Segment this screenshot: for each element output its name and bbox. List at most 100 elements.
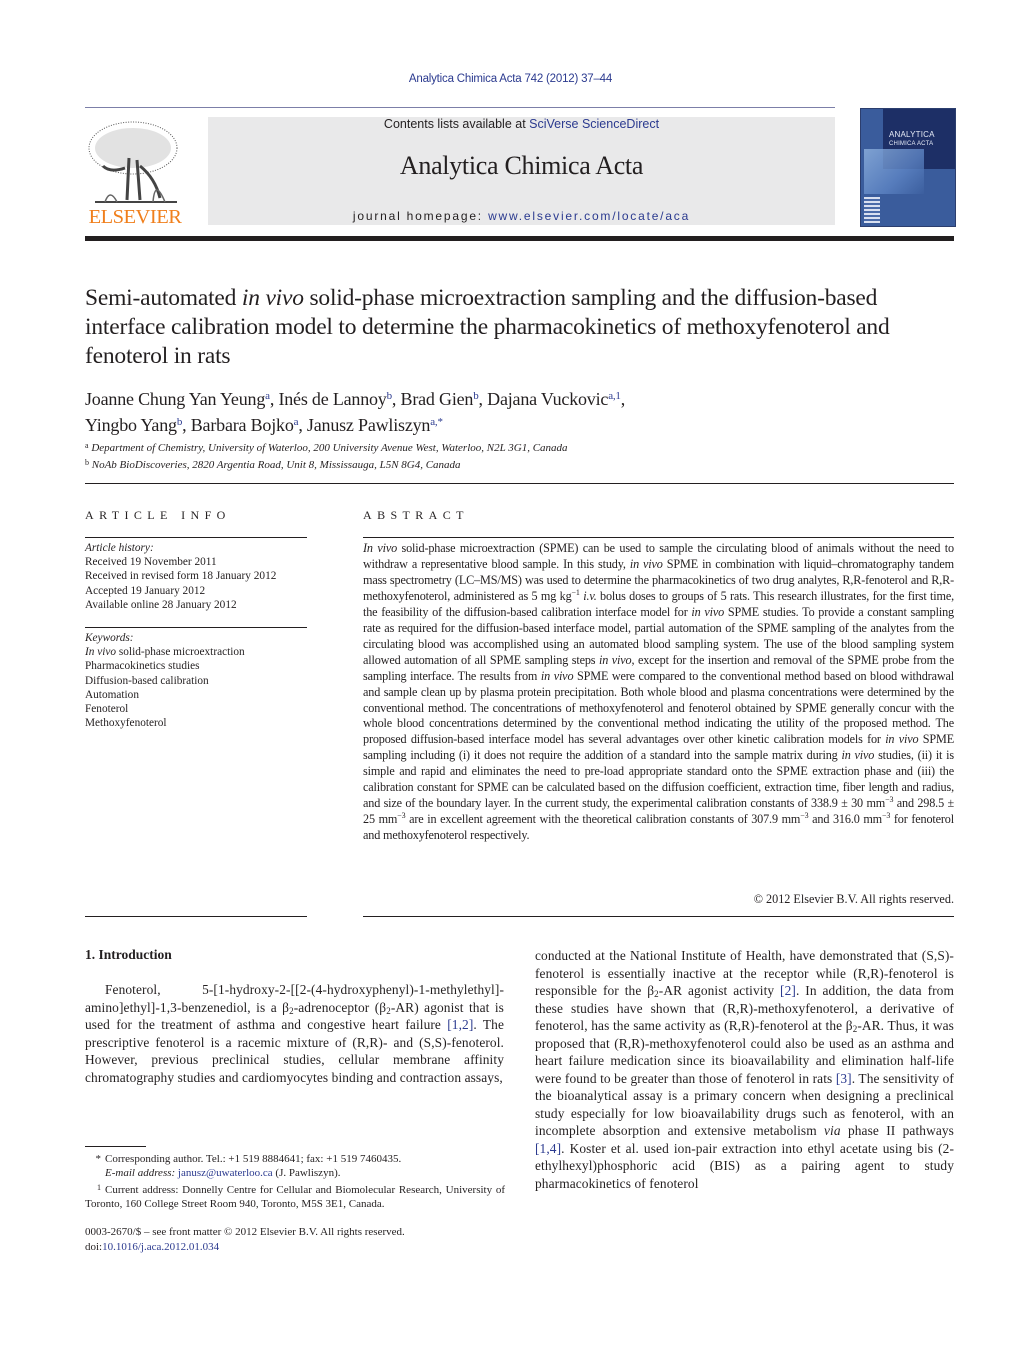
divider (85, 483, 954, 484)
abstract-heading: ABSTRACT (363, 508, 469, 522)
reference-link[interactable]: [1,4] (535, 1141, 561, 1156)
italic-term: in vivo (885, 732, 919, 747)
keyword-italic: In vivo (85, 646, 117, 659)
history-item: Received in revised form 18 January 2012 (85, 570, 277, 583)
header-divider (85, 236, 954, 241)
journal-title: Analytica Chimica Acta (399, 151, 644, 180)
affiliation-mark[interactable]: a,1 (608, 390, 621, 402)
footnote-mark: 1 (97, 1182, 101, 1192)
reference-link[interactable]: [1,2] (447, 1017, 473, 1032)
elsevier-wordmark: ELSEVIER (88, 206, 182, 228)
separator: , (478, 389, 488, 409)
italic-term: In vivo (363, 541, 398, 555)
italic-term: in vivo (540, 668, 574, 683)
homepage-link[interactable]: www.elsevier.com/locate/aca (488, 209, 690, 223)
author[interactable]: Janusz Pawliszyna,* (307, 415, 443, 435)
author-name: Yingbo Yang (85, 415, 177, 435)
keyword: Diffusion-based calibration (85, 674, 209, 687)
italic-term: in vivo (598, 652, 632, 667)
article-title: Semi-automated in vivo solid-phase micro… (85, 284, 905, 371)
footnote-text: Current address: Donnelly Centre for Cel… (85, 1183, 505, 1210)
author[interactable]: Barbara Bojkoa (191, 415, 299, 435)
italic-term: in vivo (691, 604, 725, 619)
divider (85, 107, 835, 108)
body-span: phase II pathways (840, 1123, 954, 1138)
history-label: Article history: (85, 542, 154, 554)
body-column-left: Fenoterol, 5-[1-hydroxy-2-[[2-(4-hydroxy… (85, 981, 504, 1086)
author[interactable]: Brad Gienb (401, 389, 479, 409)
footnote-divider (85, 1146, 146, 1147)
body-span: -adrenoceptor (β (293, 999, 387, 1015)
keyword: Pharmacokinetics studies (85, 660, 200, 673)
footnote-text: (J. Pawliszyn). (272, 1167, 341, 1180)
author-name: Janusz Pawliszyn (306, 415, 431, 435)
affiliations: a Department of Chemistry, University of… (85, 439, 945, 472)
sciencedirect-link[interactable]: SciVerse ScienceDirect (529, 117, 659, 131)
title-italic: in vivo (241, 285, 304, 311)
front-matter: 0003-2670/$ – see front matter © 2012 El… (85, 1225, 505, 1255)
superscript: −3 (882, 811, 891, 821)
abstract-span: and 316.0 mm (808, 812, 882, 827)
cover-contents-strip (864, 197, 880, 223)
author[interactable]: Joanne Chung Yan Yeunga (85, 389, 270, 409)
doi-prefix: doi: (85, 1241, 103, 1253)
front-matter-line: 0003-2670/$ – see front matter © 2012 El… (85, 1226, 405, 1238)
divider (363, 916, 954, 917)
separator: , (391, 389, 401, 409)
journal-cover-thumbnail[interactable]: ANALYTICA CHIMICA ACTA (860, 108, 956, 227)
footnote-email: E-mail address: janusz@uwaterloo.ca (J. … (85, 1166, 505, 1180)
keyword: Methoxyfenoterol (85, 717, 167, 730)
contents-prefix: Contents lists available at (383, 117, 530, 131)
author[interactable]: Dajana Vuckovica,1 (487, 389, 621, 409)
author-name: Joanne Chung Yan Yeung (85, 389, 266, 409)
abstract-copyright: © 2012 Elsevier B.V. All rights reserved… (753, 892, 954, 906)
abstract-text: In vivo solid-phase microextraction (SPM… (363, 541, 954, 844)
reference-link[interactable]: [3] (836, 1071, 852, 1086)
reference-link[interactable]: [2] (780, 983, 796, 998)
divider (363, 537, 954, 538)
italic-term: in vivo (841, 748, 875, 763)
abstract-span: are in excellent agreement with the theo… (405, 812, 801, 827)
author-name: Inés de Lannoy (278, 389, 387, 409)
divider (85, 627, 307, 628)
keyword: Automation (85, 688, 139, 701)
cover-image (864, 149, 924, 194)
author-list: Joanne Chung Yan Yeunga, Inés de Lannoyb… (85, 385, 945, 437)
author-name: Dajana Vuckovic (487, 389, 609, 409)
affiliation-text: Department of Chemistry, University of W… (91, 442, 568, 454)
italic-term: in vivo (629, 556, 663, 571)
footnote-current-address: 1 Current address: Donnelly Centre for Ce… (85, 1181, 505, 1212)
article-info-heading: ARTICLE INFO (85, 508, 231, 522)
author-name: Barbara Bojko (190, 415, 294, 435)
body-span: . Koster et al. used ion-pair extraction… (535, 1140, 954, 1191)
footnote-corresponding: * Corresponding author. Tel.: +1 519 8884… (85, 1152, 505, 1166)
keyword: In vivo solid-phase microextraction (85, 645, 315, 659)
separator: , (298, 415, 307, 435)
elsevier-logo[interactable]: ELSEVIER (85, 118, 185, 230)
affiliation: b NoAb BioDiscoveries, 2820 Argentia Roa… (85, 456, 945, 473)
body-span: -AR agonist activity (658, 983, 781, 998)
keyword: Fenoterol (85, 703, 129, 716)
contents-line: Contents lists available at SciVerse Sci… (208, 117, 835, 131)
doi-link[interactable]: 10.1016/j.aca.2012.01.034 (102, 1241, 219, 1253)
author[interactable]: Yingbo Yangb (85, 415, 182, 435)
separator: , (182, 415, 191, 435)
title-part: Semi-automated (85, 285, 242, 311)
cover-title: ANALYTICA CHIMICA ACTA (889, 131, 935, 148)
homepage-prefix: journal homepage: (352, 209, 489, 223)
section-heading-introduction: 1. Introduction (85, 947, 172, 962)
cover-title-line2: CHIMICA ACTA (889, 141, 934, 147)
affiliation-text: NoAb BioDiscoveries, 2820 Argentia Road,… (91, 458, 461, 471)
keywords-label: Keywords: (85, 632, 134, 644)
author[interactable]: Inés de Lannoyb (278, 389, 392, 409)
footnote-mark: * (95, 1153, 102, 1165)
cover-title-line1: ANALYTICA (889, 130, 935, 139)
affiliation-mark[interactable]: a,* (430, 416, 443, 428)
journal-citation[interactable]: Analytica Chimica Acta 742 (2012) 37–44 (0, 73, 1021, 85)
keyword-text: solid-phase microextraction (116, 646, 245, 659)
superscript: −1 (571, 587, 580, 597)
email-link[interactable]: janusz@uwaterloo.ca (178, 1167, 273, 1179)
italic-term: i.v. (579, 588, 597, 603)
keywords: Keywords: In vivo solid-phase microextra… (85, 631, 315, 730)
affiliation-mark: b (85, 457, 89, 467)
